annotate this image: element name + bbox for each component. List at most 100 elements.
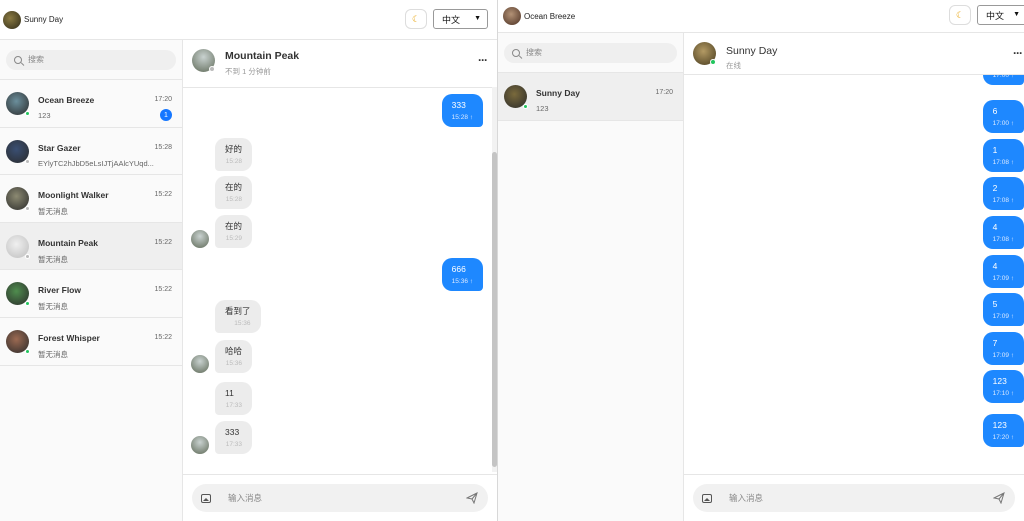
theme-toggle-button[interactable]: ☾ [949, 5, 971, 25]
sender-avatar [191, 229, 209, 248]
message-time: 15:28 [225, 195, 243, 203]
top-bar: Sunny Day ☾ 中文 ▼ [0, 0, 497, 40]
language-select[interactable]: 中文 ▼ [977, 5, 1024, 25]
message[interactable]: 2 17:08 ↑ [982, 177, 1024, 210]
message-bubble: 333 17:33 [215, 421, 252, 454]
conversation-preview: 123 [38, 111, 51, 120]
status-dot [25, 206, 30, 212]
language-select[interactable]: 中文 ▼ [433, 9, 488, 29]
message-time: 15:36 ↑ [451, 277, 473, 285]
current-user-avatar[interactable] [503, 7, 521, 25]
message[interactable]: 1 17:08 ↑ [982, 139, 1024, 172]
search-bar: 搜索 [0, 40, 182, 80]
conversation-sidebar: 搜索 Sunny Day 17:20 123 [498, 33, 684, 521]
send-icon[interactable] [466, 492, 478, 504]
message[interactable]: 在的 15:29 [191, 215, 253, 248]
message-time: 17:09 ↑ [992, 351, 1014, 359]
message-bubble: 17:00 ↑ [982, 75, 1024, 86]
chat-title: Mountain Peak [225, 50, 300, 62]
message[interactable]: 123 17:20 ↑ [982, 414, 1024, 447]
chevron-down-icon: ▼ [474, 15, 481, 22]
message-time: 15:28 ↑ [451, 113, 473, 121]
status-dot [25, 158, 30, 164]
conversation-name: Star Gazer [38, 142, 81, 153]
message-text: 在的 [225, 182, 243, 192]
conversation-item[interactable]: Star Gazer 15:28 EYlyTC2hJbD5eLsIJTjAAlcYU… [0, 127, 182, 176]
message[interactable]: 好的 15:28 [215, 138, 253, 171]
search-input[interactable]: 搜索 [504, 42, 677, 63]
message-bubble: 看到了 15:36 [215, 300, 261, 333]
message-time: 15:36 [225, 359, 243, 367]
sender-avatar [191, 354, 209, 373]
message-time: 17:08 ↑ [992, 196, 1014, 204]
message-text: 11 [225, 388, 234, 398]
message[interactable]: 4 17:09 ↑ [982, 255, 1024, 288]
image-upload-icon[interactable] [201, 493, 211, 503]
conversation-name: River Flow [38, 285, 81, 296]
chevron-down-icon: ▼ [1013, 11, 1020, 18]
message-input[interactable]: 输入消息 [192, 484, 488, 512]
search-input[interactable]: 搜索 [6, 49, 176, 70]
message-time: 15:36 [234, 319, 251, 327]
message-bubble: 666 15:36 ↑ [441, 258, 483, 291]
message[interactable]: 5 17:09 ↑ [982, 293, 1024, 326]
image-upload-icon[interactable] [702, 493, 712, 503]
message[interactable]: 6 17:00 ↑ [982, 100, 1024, 133]
sender-avatar [191, 435, 209, 454]
chat-subtitle: 在线 [726, 61, 741, 70]
conversation-name: Moonlight Walker [38, 190, 109, 201]
conversation-name: Sunny Day [536, 88, 580, 98]
conversation-name: Ocean Breeze [38, 95, 95, 105]
conversation-preview: 暂无消息 [38, 349, 68, 359]
message-list: 333 15:28 ↑ 好的 15:28 在的 15:28 在的 15:29 666 15:36 … [183, 88, 497, 474]
message-text: 5 [992, 299, 998, 309]
message-time: 17:33 [225, 401, 242, 409]
search-icon [512, 48, 520, 57]
conversation-item[interactable]: Forest Whisper 15:22 暂无消息 [0, 317, 182, 366]
more-options-button[interactable]: ··· [478, 53, 488, 67]
message[interactable]: 333 15:28 ↑ [441, 94, 483, 127]
conversation-list: Ocean Breeze 17:20 123 1 Star Gazer 15:28 EYly… [0, 80, 182, 366]
conversation-item[interactable]: Moonlight Walker 15:22 暂无消息 [0, 175, 182, 223]
message-input[interactable]: 输入消息 [693, 484, 1015, 512]
conversation-list: Sunny Day 17:20 123 [498, 73, 683, 121]
message-time: 17:00 ↑ [992, 75, 1014, 79]
message[interactable]: 7 17:09 ↑ [982, 332, 1024, 365]
message[interactable]: 123 17:10 ↑ [982, 370, 1024, 403]
message[interactable]: 17:00 ↑ [982, 75, 1024, 86]
conversation-item[interactable]: Sunny Day 17:20 123 [498, 73, 683, 121]
conversation-item[interactable]: River Flow 15:22 暂无消息 [0, 270, 182, 318]
moon-icon: ☾ [955, 9, 965, 20]
message-text: 看到了 [225, 306, 251, 316]
current-user-name: Ocean Breeze [524, 11, 576, 21]
message[interactable]: 在的 15:28 [215, 176, 253, 209]
message-time: 17:09 ↑ [992, 274, 1014, 282]
message-bubble: 123 17:10 ↑ [982, 370, 1024, 403]
message-text: 123 [992, 376, 1007, 386]
conversation-item[interactable]: Ocean Breeze 17:20 123 1 [0, 80, 182, 128]
conversation-item[interactable]: Mountain Peak 15:22 暂无消息 [0, 222, 182, 271]
message-text: 哈哈 [225, 346, 243, 356]
more-options-button[interactable]: ··· [1013, 46, 1023, 60]
message[interactable]: 4 17:08 ↑ [982, 216, 1024, 249]
message[interactable]: 11 17:33 [215, 382, 252, 415]
conversation-preview: 暂无消息 [38, 254, 68, 264]
current-user-avatar[interactable] [3, 10, 21, 29]
send-icon[interactable] [993, 492, 1005, 504]
message-bubble: 4 17:09 ↑ [982, 255, 1024, 288]
message-time: 15:29 [225, 234, 243, 242]
message-text: 4 [992, 222, 998, 232]
status-dot [523, 104, 528, 109]
message-text: 在的 [225, 221, 243, 231]
message[interactable]: 看到了 15:36 [215, 300, 261, 333]
message[interactable]: 333 17:33 [191, 421, 252, 454]
theme-toggle-button[interactable]: ☾ [405, 9, 427, 29]
chat-subtitle: 不到 1 分钟前 [225, 67, 271, 76]
message-text: 好的 [225, 144, 243, 154]
message[interactable]: 666 15:36 ↑ [441, 258, 483, 291]
conversation-preview: 暂无消息 [38, 207, 68, 217]
status-dot [25, 253, 30, 259]
message[interactable]: 哈哈 15:36 [191, 340, 253, 373]
right-window: Ocean Breeze ☾ 中文 ▼ 搜索 Sunny Day 17:20 123 … [497, 0, 1024, 521]
message-bubble: 哈哈 15:36 [215, 340, 253, 373]
